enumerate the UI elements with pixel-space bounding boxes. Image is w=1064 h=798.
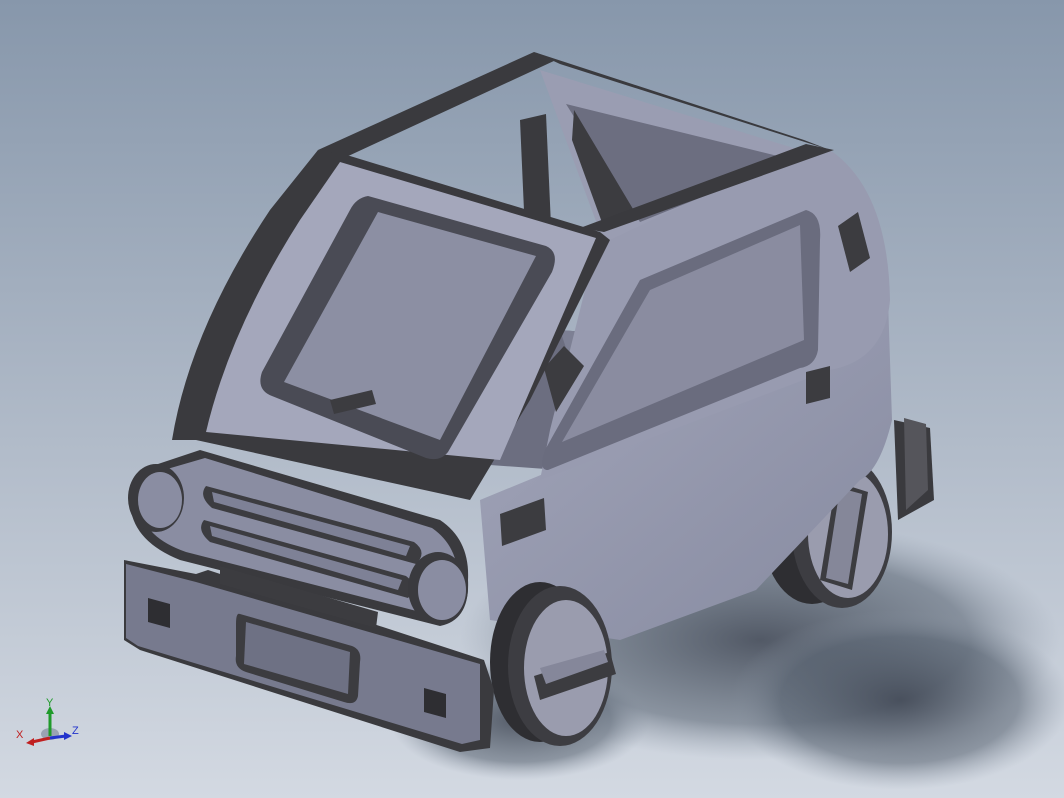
y-axis-label: Y bbox=[46, 697, 54, 709]
left-headlight[interactable] bbox=[128, 464, 184, 532]
rear-bumper[interactable] bbox=[894, 418, 934, 520]
right-headlight[interactable] bbox=[408, 552, 468, 624]
z-axis-label: Z bbox=[72, 725, 79, 737]
x-axis-label: X bbox=[16, 729, 24, 741]
graphics-viewport[interactable]: Y X Z bbox=[0, 0, 1064, 798]
z-axis-arrow bbox=[49, 734, 67, 740]
view-orientation-triad[interactable]: Y X Z bbox=[14, 697, 84, 756]
x-axis-arrow bbox=[31, 736, 51, 744]
model-view[interactable] bbox=[0, 0, 1064, 798]
